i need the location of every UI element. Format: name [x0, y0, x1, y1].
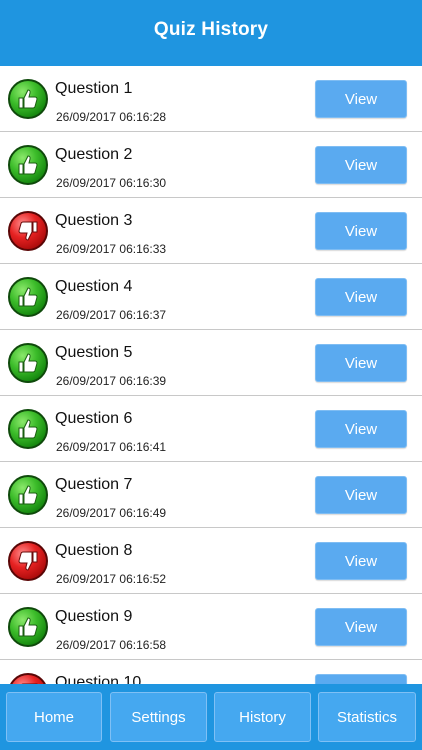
question-label: Question 1 [55, 80, 133, 97]
question-timestamp: 26/09/2017 06:16:28 [56, 110, 167, 124]
thumbs-down-icon [8, 211, 48, 251]
tab-statistics[interactable]: Statistics [318, 692, 416, 742]
list-item: Question 5 26/09/2017 06:16:39 View [0, 330, 422, 396]
thumbs-up-icon [8, 607, 48, 647]
question-timestamp: 26/09/2017 06:16:37 [56, 308, 167, 322]
bottom-tab-bar: Home Settings History Statistics [0, 684, 422, 750]
thumbs-up-icon [8, 475, 48, 515]
question-label: Question 2 [55, 146, 133, 163]
question-label: Question 6 [55, 410, 133, 427]
thumbs-down-icon [8, 541, 48, 581]
view-button[interactable]: View [315, 212, 407, 250]
list-item: Question 3 26/09/2017 06:16:33 View [0, 198, 422, 264]
question-timestamp: 26/09/2017 06:16:58 [56, 638, 167, 652]
list-item: Question 4 26/09/2017 06:16:37 View [0, 264, 422, 330]
question-label: Question 9 [55, 608, 133, 625]
question-label: Question 3 [55, 212, 133, 229]
question-label: Question 5 [55, 344, 133, 361]
list-item: Question 1 26/09/2017 06:16:28 View [0, 66, 422, 132]
question-timestamp: 26/09/2017 06:16:33 [56, 242, 167, 256]
question-timestamp: 26/09/2017 06:16:39 [56, 374, 167, 388]
app-header: Quiz History [0, 0, 422, 66]
list-item: Question 9 26/09/2017 06:16:58 View [0, 594, 422, 660]
question-label: Question 7 [55, 476, 133, 493]
view-button[interactable]: View [315, 80, 407, 118]
list-item: Question 6 26/09/2017 06:16:41 View [0, 396, 422, 462]
list-item: Question 7 26/09/2017 06:16:49 View [0, 462, 422, 528]
tab-home[interactable]: Home [6, 692, 102, 742]
list-item: Question 2 26/09/2017 06:16:30 View [0, 132, 422, 198]
view-button[interactable]: View [315, 476, 407, 514]
thumbs-up-icon [8, 79, 48, 119]
tab-settings[interactable]: Settings [110, 692, 207, 742]
question-timestamp: 26/09/2017 06:16:49 [56, 506, 167, 520]
question-timestamp: 26/09/2017 06:16:30 [56, 176, 167, 190]
tab-history[interactable]: History [214, 692, 311, 742]
list-item: Question 8 26/09/2017 06:16:52 View [0, 528, 422, 594]
question-label: Question 8 [55, 542, 133, 559]
list-item: Question 10 View [0, 660, 422, 686]
thumbs-up-icon [8, 277, 48, 317]
question-timestamp: 26/09/2017 06:16:52 [56, 572, 167, 586]
view-button[interactable]: View [315, 608, 407, 646]
view-button[interactable]: View [315, 344, 407, 382]
page-title: Quiz History [153, 19, 269, 40]
view-button[interactable]: View [315, 410, 407, 448]
thumbs-up-icon [8, 409, 48, 449]
thumbs-up-icon [8, 145, 48, 185]
question-timestamp: 26/09/2017 06:16:41 [56, 440, 167, 454]
quiz-history-list[interactable]: Question 1 26/09/2017 06:16:28 View Ques… [0, 66, 422, 686]
view-button[interactable]: View [315, 146, 407, 184]
view-button[interactable]: View [315, 278, 407, 316]
view-button[interactable]: View [315, 542, 407, 580]
thumbs-up-icon [8, 343, 48, 383]
question-label: Question 4 [55, 278, 133, 295]
